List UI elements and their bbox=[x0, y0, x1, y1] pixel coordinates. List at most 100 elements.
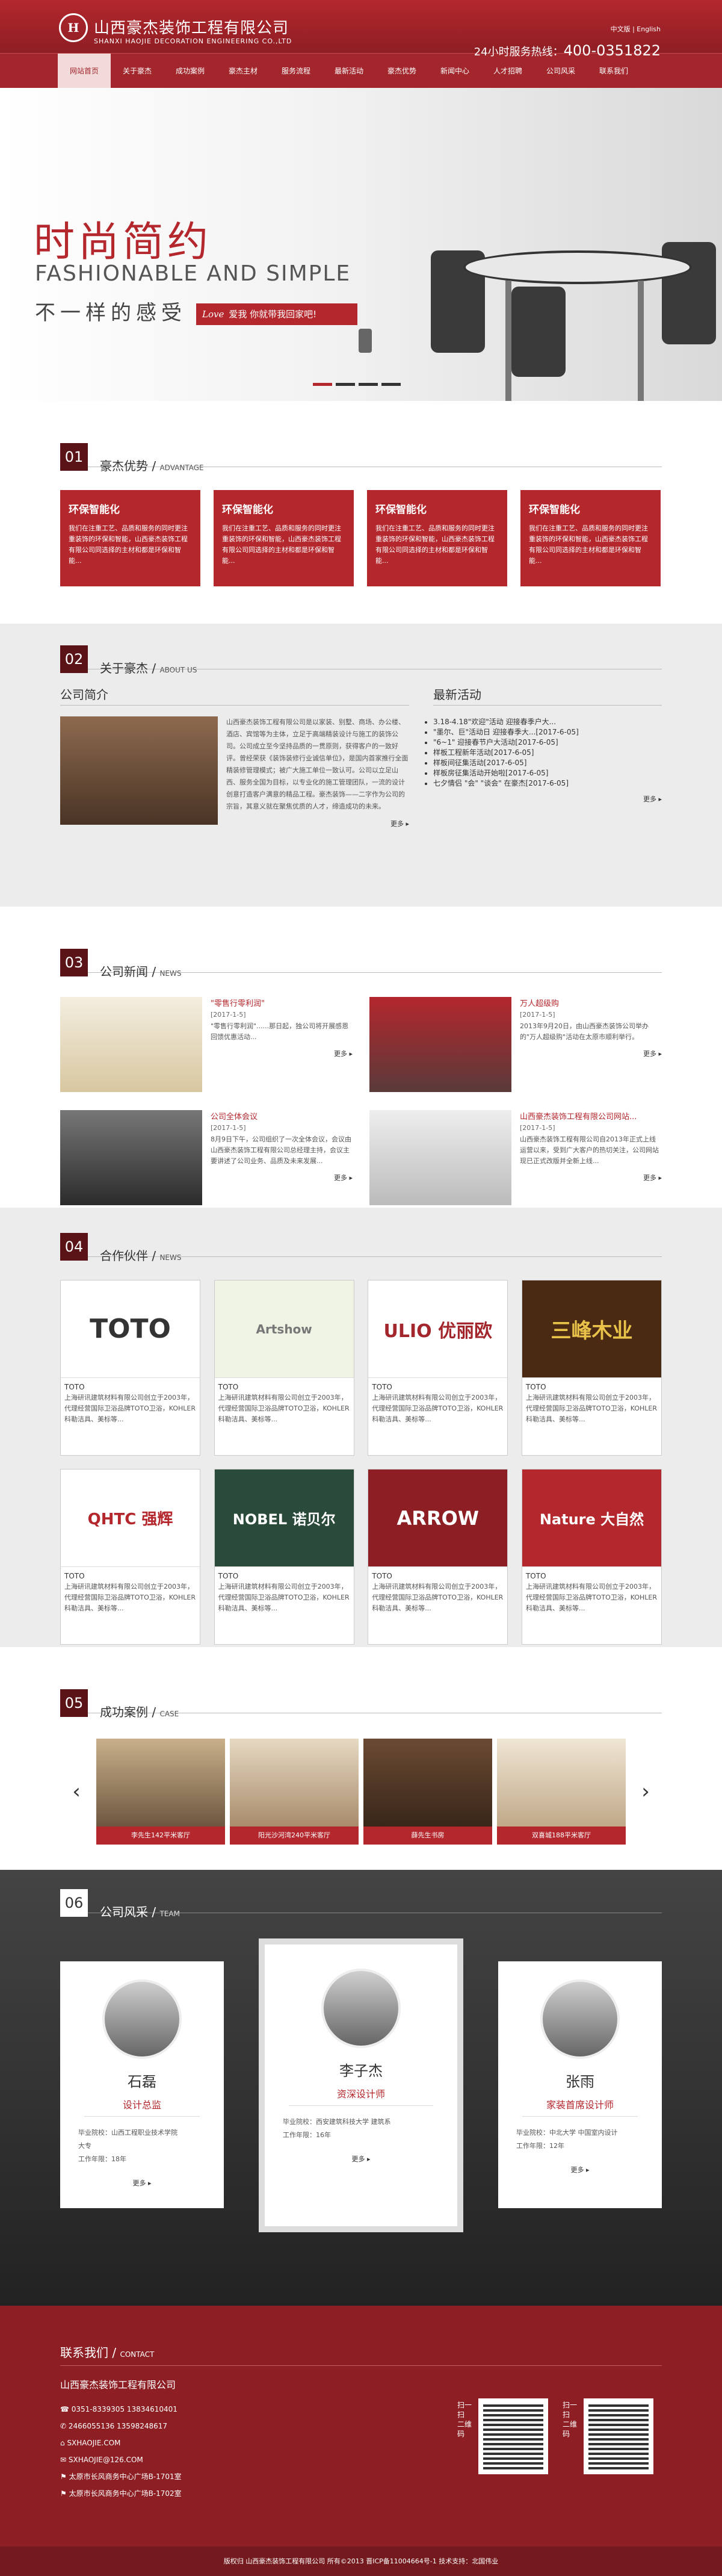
advantage-desc: 我们在注重工艺、品质和服务的同时更注重装饰的环保和智能，山西豪杰装饰工程有限公司… bbox=[69, 524, 188, 565]
more-link[interactable]: 更多 ▸ bbox=[211, 1049, 353, 1058]
section-title-en: ADVANTAGE bbox=[159, 464, 204, 472]
news-summary: 8月9日下午，公司组织了一次全体会议，会议由山西豪杰装饰工程有限公司总经理主持，… bbox=[211, 1135, 351, 1165]
table-leg bbox=[505, 281, 511, 401]
partner-card[interactable]: QHTC 强辉 TOTO 上海研讯建筑材料有限公司创立于2003年，代理经营国际卫浴… bbox=[60, 1469, 200, 1645]
team-card[interactable]: 张雨 家装首席设计师 毕业院校：中北大学 中国室内设计 工作年限：12年 更多 ▸ bbox=[498, 1961, 662, 2208]
case-card[interactable]: 阳光沙河湾240平米客厅 bbox=[230, 1739, 359, 1845]
banner-subtitle: 不一样的感受 bbox=[35, 301, 187, 325]
section-number: 04 bbox=[60, 1233, 88, 1261]
address-line: ⚑ 太原市长风商务中心广场B-1702室 bbox=[60, 2489, 182, 2498]
advantage-title: 环保智能化 bbox=[69, 504, 120, 516]
news-image bbox=[369, 997, 511, 1092]
member-school: 毕业院校：中北大学 中国室内设计 bbox=[516, 2129, 618, 2137]
case-card[interactable]: 双喜城188平米客厅 bbox=[497, 1739, 626, 1845]
more-link[interactable]: 更多 ▸ bbox=[211, 1173, 353, 1182]
news-title[interactable]: 公司全体会议 bbox=[211, 1110, 353, 1122]
more-link[interactable]: 更多 ▸ bbox=[520, 1049, 662, 1058]
partner-card[interactable]: Artshow TOTO 上海研讯建筑材料有限公司创立于2003年，代理经营国际卫浴… bbox=[214, 1280, 354, 1456]
partner-logo: Artshow bbox=[214, 1280, 354, 1378]
more-link[interactable]: 更多 ▸ bbox=[520, 1173, 662, 1182]
advantage-card[interactable]: 环保智能化 我们在注重工艺、品质和服务的同时更注重装饰的环保和智能，山西豪杰装饰工… bbox=[367, 490, 507, 586]
section-title-en: TEAM bbox=[159, 1910, 180, 1918]
partner-name: TOTO bbox=[64, 1383, 85, 1391]
chevron-right-icon[interactable]: › bbox=[631, 1780, 661, 1804]
section-title-en: NEWS bbox=[159, 1253, 182, 1262]
nav-advantages[interactable]: 豪杰优势 bbox=[375, 54, 428, 88]
activity-date: [2017-6-05] bbox=[525, 779, 569, 787]
partner-name: TOTO bbox=[525, 1383, 546, 1391]
chevron-left-icon[interactable]: ‹ bbox=[61, 1780, 91, 1804]
more-link[interactable]: 更多 ▸ bbox=[265, 2154, 457, 2164]
partner-card[interactable]: Nature 大自然 TOTO 上海研讯建筑材料有限公司创立于2003年，代理经营国… bbox=[521, 1469, 662, 1645]
case-caption: 薛先生书房 bbox=[363, 1826, 492, 1845]
address-text: 太原市长风商务中心广场B-1702室 bbox=[69, 2489, 182, 2498]
nav-materials[interactable]: 豪杰主材 bbox=[217, 54, 270, 88]
section-title: 关于豪杰 / ABOUT US bbox=[100, 661, 197, 675]
nav-process[interactable]: 服务流程 bbox=[270, 54, 322, 88]
logo-icon[interactable]: H bbox=[59, 13, 88, 42]
partner-card[interactable]: ULIO 优丽欧 TOTO 上海研讯建筑材料有限公司创立于2003年，代理经营国际卫… bbox=[368, 1280, 508, 1456]
table-image bbox=[463, 250, 692, 284]
list-item[interactable]: 样板房征集活动开始啦[2017-6-05] bbox=[433, 768, 662, 778]
nav-cases[interactable]: 成功案例 bbox=[164, 54, 217, 88]
member-name: 李子杰 bbox=[339, 2062, 383, 2079]
news-title[interactable]: "零售行零利润" bbox=[211, 997, 353, 1008]
banner-tag-text: 爱我 你就带我回家吧! bbox=[229, 309, 317, 320]
advantage-card[interactable]: 环保智能化 我们在注重工艺、品质和服务的同时更注重装饰的环保和智能，山西豪杰装饰工… bbox=[214, 490, 354, 586]
section-title-text: 合作伙伴 bbox=[100, 1249, 148, 1263]
section-header: 02 关于豪杰 / ABOUT US bbox=[60, 645, 662, 675]
hero-banner[interactable]: 时尚简约 FASHIONABLE AND SIMPLE 不一样的感受 Love 爱… bbox=[0, 88, 722, 401]
partner-logo: 三峰木业 bbox=[522, 1280, 661, 1378]
email-line[interactable]: ✉ SXHAOJIE@126.COM bbox=[60, 2451, 662, 2468]
advantage-card[interactable]: 环保智能化我们在注重工艺、品质和服务的同时更注重装饰的环保和智能，山西豪杰装饰工… bbox=[60, 490, 200, 586]
more-link[interactable]: 更多 ▸ bbox=[433, 794, 662, 804]
case-caption: 双喜城188平米客厅 bbox=[497, 1826, 626, 1845]
case-card[interactable]: 李先生142平米客厅 bbox=[96, 1739, 225, 1845]
news-title[interactable]: 万人超级购 bbox=[520, 997, 662, 1008]
nav-home[interactable]: 网站首页 bbox=[58, 54, 111, 88]
news-item[interactable]: 万人超级购 [2017-1-5] 2013年9月20日，由山西豪杰装饰公司举办的"万… bbox=[369, 997, 662, 1092]
list-item[interactable]: "6~1" 迎接春节户大活动[2017-6-05] bbox=[433, 737, 662, 747]
plant-image bbox=[359, 329, 372, 353]
list-item[interactable]: "墨尔、巨"活动日 迎接春季大...[2017-6-05] bbox=[433, 727, 662, 737]
about-section: 02 关于豪杰 / ABOUT US 公司简介 山西豪杰装饰工程有限公司是以家装… bbox=[0, 624, 722, 907]
news-item[interactable]: 公司全体会议 [2017-1-5] 8月9日下午，公司组织了一次全体会议，会议由山西… bbox=[60, 1110, 353, 1205]
member-name: 张雨 bbox=[566, 2073, 594, 2090]
more-link[interactable]: 更多 ▸ bbox=[60, 2178, 224, 2188]
news-item[interactable]: 山西豪杰装饰工程有限公司网站... [2017-1-5] 山西豪杰装饰工程有限公司自… bbox=[369, 1110, 662, 1205]
team-card[interactable]: 李子杰 资深设计师 毕业院校：西安建筑科技大学 建筑系 工作年限：16年 更多 ▸ bbox=[259, 1938, 463, 2232]
activity-title: 样板工程新年活动 bbox=[433, 748, 492, 757]
advantage-card[interactable]: 环保智能化 我们在注重工艺、品质和服务的同时更注重装饰的环保和智能，山西豪杰装饰工… bbox=[520, 490, 661, 586]
team-section: 06 公司风采 / TEAM 石磊 设计总监 毕业院校：山西工程职业技术学院 大专 工作… bbox=[0, 1870, 722, 2306]
activity-title: 样板房征集活动开始啦 bbox=[433, 769, 506, 777]
news-title[interactable]: 山西豪杰装饰工程有限公司网站... bbox=[520, 1110, 662, 1122]
slider-dot[interactable] bbox=[313, 383, 332, 386]
partner-card[interactable]: TOTO TOTO 上海研讯建筑材料有限公司创立于2003年，代理经营国际卫浴品牌T… bbox=[60, 1280, 200, 1456]
partner-card[interactable]: NOBEL 诺贝尔 TOTO 上海研讯建筑材料有限公司创立于2003年，代理经营国际… bbox=[214, 1469, 354, 1645]
qr-label: 扫一扫 二维码 bbox=[457, 2401, 472, 2438]
more-link[interactable]: 更多 ▸ bbox=[498, 2165, 662, 2174]
list-item[interactable]: 七夕情侣 "会" "谈会" 在豪杰[2017-6-05] bbox=[433, 778, 662, 788]
case-card[interactable]: 薛先生书房 bbox=[363, 1739, 492, 1845]
nav-activities[interactable]: 最新活动 bbox=[322, 54, 375, 88]
section-title-text: 关于豪杰 bbox=[100, 661, 148, 675]
partner-card[interactable]: 三峰木业 TOTO 上海研讯建筑材料有限公司创立于2003年，代理经营国际卫浴品牌T… bbox=[521, 1280, 662, 1456]
slider-dot[interactable] bbox=[381, 383, 401, 386]
nav-about[interactable]: 关于豪杰 bbox=[111, 54, 164, 88]
partner-card[interactable]: ARROW TOTO 上海研讯建筑材料有限公司创立于2003年，代理经营国际卫浴品牌… bbox=[368, 1469, 508, 1645]
slider-dot[interactable] bbox=[336, 383, 355, 386]
news-item[interactable]: "零售行零利润" [2017-1-5] "零售行零利润"......那日起，独公司将… bbox=[60, 997, 353, 1092]
list-item[interactable]: 样板工程新年活动[2017-6-05] bbox=[433, 747, 662, 757]
news-section: 03 公司新闻 / NEWS "零售行零利润" [2017-1-5] "零售行零利润… bbox=[0, 907, 722, 1208]
activity-date: [2017-6-05] bbox=[535, 728, 579, 736]
team-card[interactable]: 石磊 设计总监 毕业院校：山西工程职业技术学院 大专 工作年限：18年 更多 ▸ bbox=[60, 1961, 224, 2208]
qr-code-icon bbox=[478, 2398, 548, 2474]
list-item[interactable]: 样板间征集活动[2017-6-05] bbox=[433, 757, 662, 768]
language-switch[interactable]: 中文版 | English bbox=[611, 24, 661, 34]
office-image bbox=[60, 716, 218, 825]
member-info: 毕业院校：中北大学 中国室内设计 工作年限：12年 bbox=[498, 2123, 662, 2153]
news-image bbox=[60, 1110, 202, 1205]
list-item[interactable]: 3.18-4.18"欢迎"活动 迎接春季户大... bbox=[433, 716, 662, 727]
advantage-desc: 我们在注重工艺、品质和服务的同时更注重装饰的环保和智能，山西豪杰装饰工程有限公司… bbox=[529, 524, 648, 565]
slider-dot[interactable] bbox=[359, 383, 378, 386]
